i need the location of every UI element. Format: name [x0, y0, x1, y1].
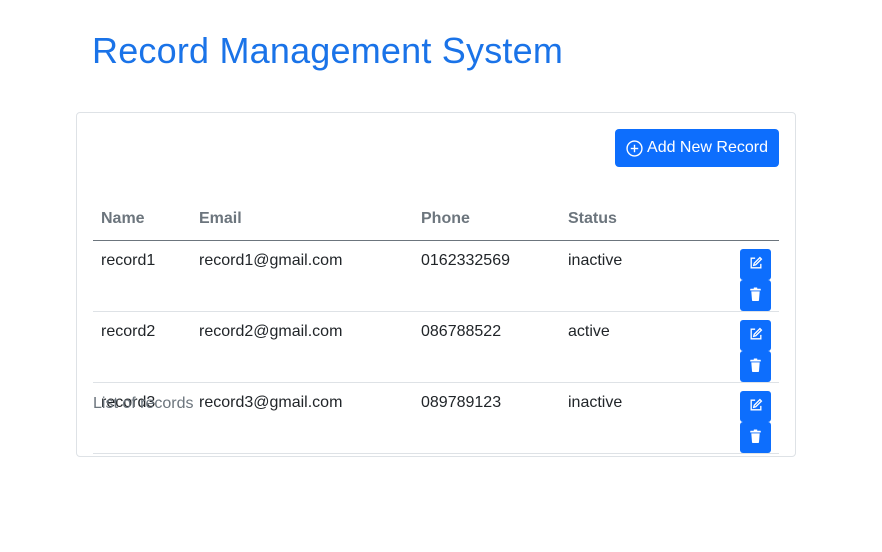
column-header-actions [690, 199, 779, 241]
cell-status: inactive [560, 240, 690, 312]
edit-icon [749, 256, 763, 273]
cell-phone: 089789123 [413, 382, 560, 454]
column-header-email: Email [191, 199, 413, 241]
delete-button[interactable] [740, 279, 771, 311]
edit-icon [749, 327, 763, 344]
cell-status: inactive [560, 382, 690, 454]
trash-icon [749, 428, 762, 446]
plus-circle-icon [626, 139, 643, 157]
trash-icon [749, 357, 762, 375]
edit-button[interactable] [740, 390, 771, 422]
cell-name: record1 [93, 240, 191, 312]
cell-status: active [560, 311, 690, 383]
column-header-phone: Phone [413, 199, 560, 241]
cell-email: record3@gmail.com [191, 382, 413, 454]
column-header-name: Name [93, 199, 191, 241]
trash-icon [749, 286, 762, 304]
table-caption: List of records [93, 395, 194, 412]
page-title: Record Management System [92, 30, 564, 71]
table-row: record3 record3@gmail.com 089789123 inac… [93, 382, 779, 454]
cell-actions [690, 240, 779, 312]
column-header-status: Status [560, 199, 690, 241]
cell-actions [690, 311, 779, 383]
add-new-record-button[interactable]: Add New Record [615, 129, 779, 167]
cell-email: record2@gmail.com [191, 311, 413, 383]
add-new-record-label: Add New Record [647, 139, 768, 156]
edit-button[interactable] [740, 319, 771, 351]
edit-button[interactable] [740, 248, 771, 280]
cell-phone: 0162332569 [413, 240, 560, 312]
cell-actions [690, 382, 779, 454]
delete-button[interactable] [740, 421, 771, 453]
cell-name: record3 [93, 382, 191, 454]
delete-button[interactable] [740, 350, 771, 382]
edit-icon [749, 398, 763, 415]
cell-phone: 086788522 [413, 311, 560, 383]
records-table: Name Email Phone Status record1 record1@… [93, 199, 779, 454]
cell-email: record1@gmail.com [191, 240, 413, 312]
table-row: record1 record1@gmail.com 0162332569 ina… [93, 240, 779, 312]
table-header-row: Name Email Phone Status [93, 199, 779, 241]
cell-name: record2 [93, 311, 191, 383]
records-card: Add New Record Name Email Phone Status r… [76, 112, 796, 457]
table-row: record2 record2@gmail.com 086788522 acti… [93, 311, 779, 383]
